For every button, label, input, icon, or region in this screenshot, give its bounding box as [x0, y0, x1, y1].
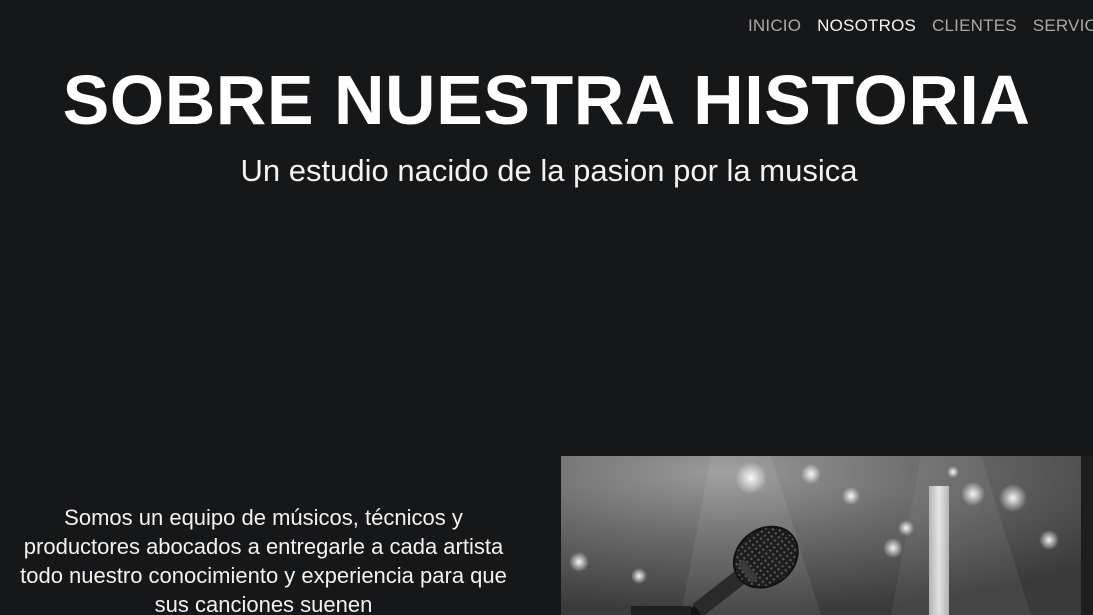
nav-item-servicios[interactable]: SERVICIOS: [1033, 16, 1093, 36]
about-paragraph: Somos un equipo de músicos, técnicos y p…: [20, 505, 507, 615]
microphone-photo: [561, 456, 1093, 615]
main-nav: INICIO NOSOTROS CLIENTES SERVICIOS: [748, 15, 1093, 37]
page-subtitle: Un estudio nacido de la pasion por la mu…: [240, 153, 858, 188]
nav-item-nosotros[interactable]: NOSOTROS: [817, 16, 916, 36]
page-title: SOBRE NUESTRA HISTORIA: [62, 61, 1031, 139]
nav-item-clientes[interactable]: CLIENTES: [932, 16, 1017, 36]
nav-item-inicio[interactable]: INICIO: [748, 16, 801, 36]
page: INICIO NOSOTROS CLIENTES SERVICIOS SOBRE…: [0, 0, 1093, 615]
